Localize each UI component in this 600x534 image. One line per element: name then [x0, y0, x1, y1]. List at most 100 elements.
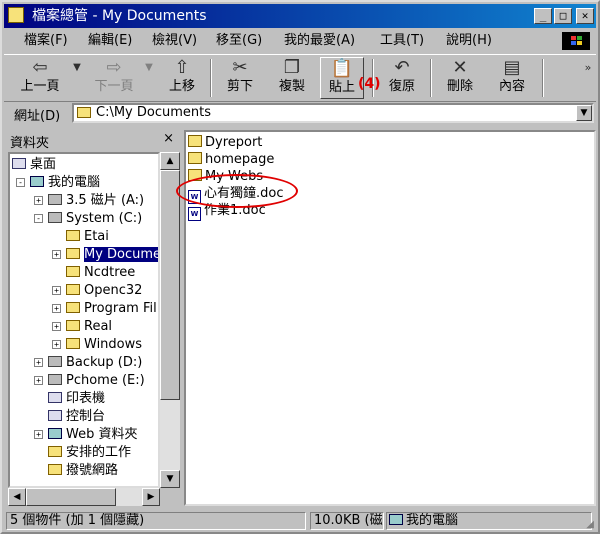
close-pane-icon[interactable]: ×: [163, 131, 174, 146]
menu-view[interactable]: 檢視(V): [152, 33, 197, 49]
list-item[interactable]: Dyreport: [188, 134, 262, 151]
back-arrow-icon: ⇦: [32, 57, 48, 78]
toolbar-separator: [210, 59, 212, 97]
scroll-up-icon[interactable]: ▲: [160, 152, 180, 170]
expand-icon[interactable]: +: [34, 430, 43, 439]
tree-horizontal-scrollbar[interactable]: ◀ ▶: [8, 488, 160, 506]
close-button[interactable]: ✕: [576, 8, 594, 24]
title-bar[interactable]: 檔案總管 - My Documents _ □ ✕: [4, 4, 596, 28]
window-title: 檔案總管 - My Documents: [32, 8, 207, 24]
menu-go[interactable]: 移至(G): [216, 33, 262, 49]
scroll-thumb[interactable]: [160, 170, 180, 400]
computer-icon: [389, 514, 403, 525]
expand-icon[interactable]: +: [52, 304, 61, 313]
forward-arrow-icon: ⇨: [106, 57, 122, 78]
back-button[interactable]: ⇦ 上一頁: [10, 57, 70, 99]
tree-item-drive-c[interactable]: System (C:): [48, 210, 142, 228]
expand-icon[interactable]: +: [34, 376, 43, 385]
expand-icon[interactable]: +: [34, 358, 43, 367]
cut-button[interactable]: ✂ 剪下: [218, 57, 262, 99]
floppy-drive-icon: [48, 194, 62, 205]
explorer-icon: [8, 7, 24, 23]
address-bar: 網址(D) C:\My Documents ▼: [4, 101, 596, 125]
tree-item-my-computer[interactable]: 我的電腦: [30, 174, 100, 192]
tree-item-desktop[interactable]: 桌面: [12, 156, 56, 174]
folder-icon: [66, 320, 80, 331]
address-input[interactable]: C:\My Documents ▼: [72, 103, 594, 123]
collapse-icon[interactable]: -: [34, 214, 43, 223]
tree-item-etai[interactable]: Etai: [66, 228, 109, 246]
maximize-button[interactable]: □: [554, 8, 572, 24]
tree-item-floppy[interactable]: 3.5 磁片 (A:): [48, 192, 144, 210]
status-bar: 5 個物件 (加 1 個隱藏) 10.0KB (磁 我的電腦 ◢: [4, 510, 596, 532]
folder-icon: [188, 152, 202, 164]
tree-item-my-documents[interactable]: My Docume: [66, 246, 158, 264]
folder-icon: [66, 302, 80, 313]
tree-item-scheduled-tasks[interactable]: 安排的工作: [48, 444, 131, 462]
copy-button[interactable]: ❐ 複製: [270, 57, 314, 99]
expand-icon[interactable]: +: [52, 340, 61, 349]
undo-icon: ↶: [394, 57, 410, 78]
folders-pane: 資料夾 × 桌面 - 我的電腦 + 3.5 磁片 (A:) - System (…: [8, 130, 180, 506]
tree-item-web-folders[interactable]: Web 資料夾: [48, 426, 137, 444]
forward-button[interactable]: ⇨ 下一頁: [86, 57, 142, 99]
address-value: C:\My Documents: [96, 105, 212, 120]
folder-tree[interactable]: 桌面 - 我的電腦 + 3.5 磁片 (A:) - System (C:) Et…: [8, 152, 160, 488]
scroll-thumb[interactable]: [26, 488, 116, 506]
collapse-icon[interactable]: -: [16, 178, 25, 187]
tree-item-openc32[interactable]: Openc32: [66, 282, 142, 300]
status-size: 10.0KB (磁: [310, 512, 384, 530]
tree-item-program-files[interactable]: Program Fil: [66, 300, 157, 318]
back-dropdown[interactable]: ▼: [70, 57, 84, 99]
printer-icon: [48, 392, 62, 403]
open-folder-icon: [66, 248, 80, 259]
dialup-network-icon: [48, 464, 62, 475]
tree-item-real[interactable]: Real: [66, 318, 112, 336]
tree-item-windows[interactable]: Windows: [66, 336, 142, 354]
scroll-right-icon[interactable]: ▶: [142, 488, 160, 506]
expand-icon[interactable]: +: [52, 322, 61, 331]
clipboard-icon: 📋: [330, 58, 354, 79]
folders-pane-title: 資料夾: [10, 136, 50, 151]
menu-help[interactable]: 說明(H): [446, 33, 492, 49]
expand-icon[interactable]: +: [52, 250, 61, 259]
forward-dropdown[interactable]: ▼: [142, 57, 156, 99]
cd-drive-icon: [48, 374, 62, 385]
scheduled-tasks-icon: [48, 446, 62, 457]
expand-icon[interactable]: +: [52, 286, 61, 295]
tree-item-printers[interactable]: 印表機: [48, 390, 105, 408]
address-dropdown-button[interactable]: ▼: [576, 105, 592, 121]
menu-tools[interactable]: 工具(T): [380, 33, 424, 49]
tree-item-dialup[interactable]: 撥號網路: [48, 462, 118, 480]
menu-favorites[interactable]: 我的最愛(A): [284, 33, 355, 49]
tree-item-ncdtree[interactable]: Ncdtree: [66, 264, 135, 282]
minimize-button[interactable]: _: [534, 8, 552, 24]
copy-icon: ❐: [283, 57, 301, 78]
menu-bar: 檔案(F) 編輯(E) 檢視(V) 移至(G) 我的最愛(A) 工具(T) 說明…: [4, 30, 596, 52]
tree-item-drive-e[interactable]: Pchome (E:): [48, 372, 145, 390]
properties-button[interactable]: ▤ 內容: [490, 57, 534, 99]
undo-button[interactable]: ↶ 復原: [380, 57, 424, 99]
control-panel-icon: [48, 410, 62, 421]
toolbar-separator: [542, 59, 544, 97]
tree-item-drive-d[interactable]: Backup (D:): [48, 354, 142, 372]
tree-item-control-panel[interactable]: 控制台: [48, 408, 105, 426]
expand-icon[interactable]: +: [34, 196, 43, 205]
toolbar-separator: [430, 59, 432, 97]
scroll-down-icon[interactable]: ▼: [160, 470, 180, 488]
toolbar: ⇦ 上一頁 ▼ ⇨ 下一頁 ▼ ⇧ 上移 ✂ 剪下 ❐ 複製 📋 貼上 ↶ 復原…: [4, 54, 596, 102]
tree-vertical-scrollbar[interactable]: ▲ ▼: [160, 152, 180, 488]
toolbar-more[interactable]: »: [582, 57, 594, 99]
hard-drive-icon: [48, 356, 62, 367]
list-item[interactable]: homepage: [188, 151, 274, 168]
chevron-right-icon: »: [584, 61, 592, 74]
up-button[interactable]: ⇧ 上移: [160, 57, 204, 99]
scroll-left-icon[interactable]: ◀: [8, 488, 26, 506]
desktop-icon: [12, 158, 26, 169]
menu-edit[interactable]: 編輯(E): [88, 33, 132, 49]
delete-button[interactable]: ✕ 刪除: [438, 57, 482, 99]
menu-file[interactable]: 檔案(F): [24, 33, 68, 49]
resize-grip-icon[interactable]: ◢: [586, 519, 594, 530]
windows-logo-icon: [562, 32, 590, 50]
folder-icon: [66, 230, 80, 241]
